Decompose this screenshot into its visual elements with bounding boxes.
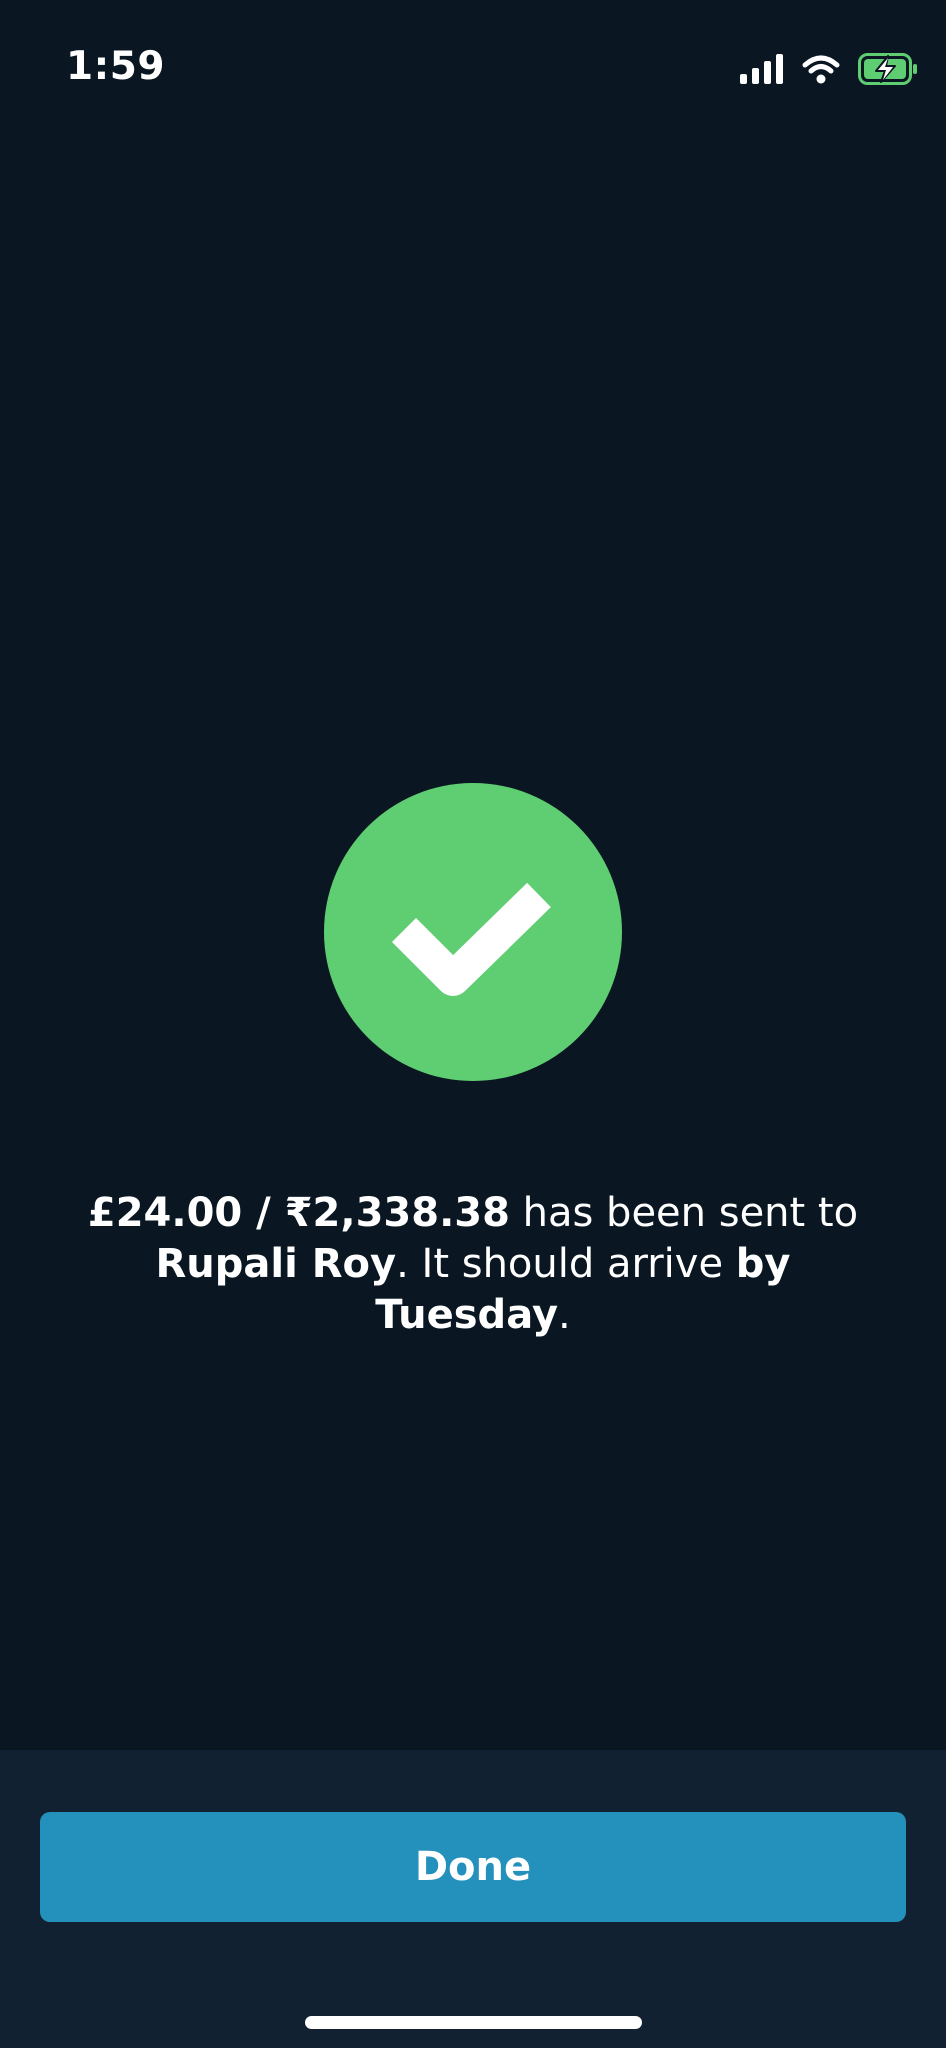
success-check-badge [324,783,622,1081]
done-button[interactable]: Done [40,1812,906,1922]
end-punctuation: . [558,1292,571,1338]
recipient-name: Rupali Roy [155,1241,397,1287]
sent-text: has been sent to [509,1190,859,1236]
cellular-signal-icon [740,54,784,84]
checkmark-icon [324,783,622,1081]
status-bar: 1:59 [0,0,946,140]
transfer-success-screen: 1:59 £24.00 / ₹2,338.38 has been sent to… [0,0,946,2048]
battery-charging-icon [858,53,918,85]
transfer-amount: £24.00 / ₹2,338.38 [87,1190,510,1236]
status-time: 1:59 [66,44,166,89]
wifi-icon [802,54,840,84]
transfer-confirmation-message: £24.00 / ₹2,338.38 has been sent to Rupa… [60,1188,886,1341]
status-icons [740,50,918,88]
arrive-text: . It should arrive [396,1241,736,1287]
home-indicator[interactable] [305,2016,642,2029]
footer: Done [0,1750,946,2048]
